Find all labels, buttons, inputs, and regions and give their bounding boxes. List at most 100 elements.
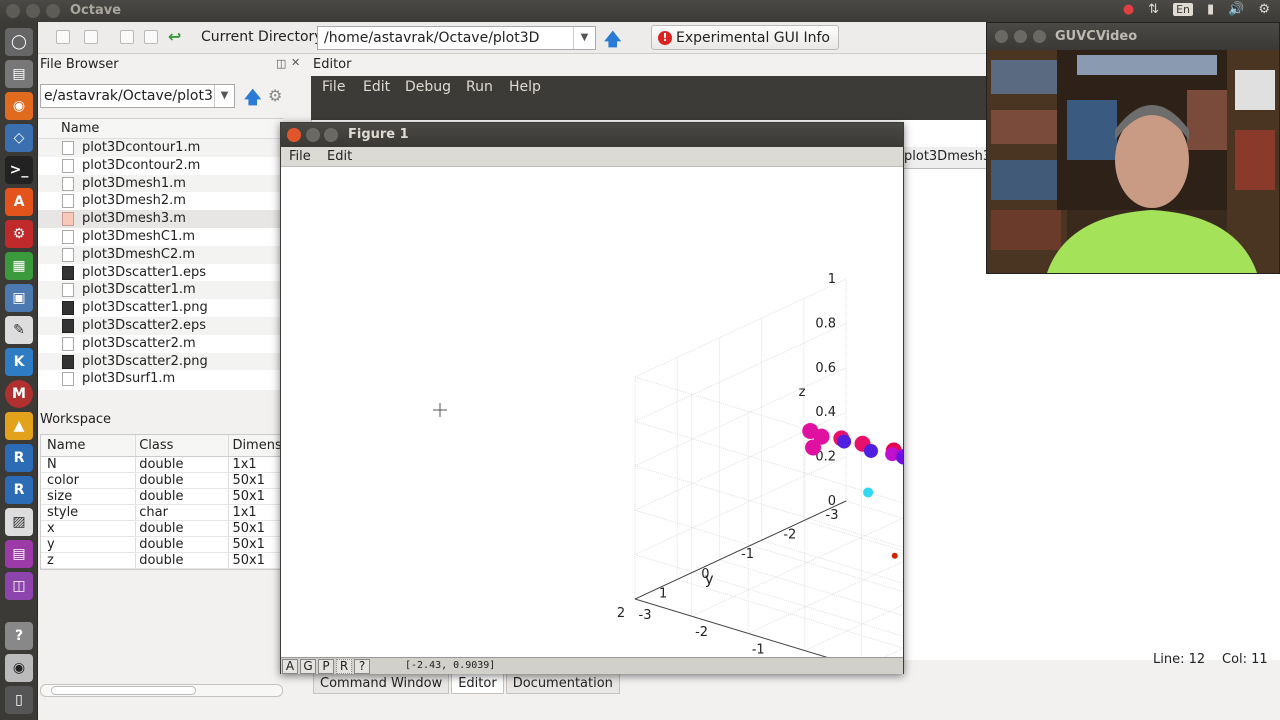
file-row[interactable]: plot3Dscatter2.png <box>38 352 283 371</box>
battery-icon[interactable]: ▮ <box>1207 2 1214 17</box>
rstudio-icon[interactable]: R <box>5 476 33 504</box>
camera-icon[interactable]: ● <box>1123 2 1134 17</box>
file-row[interactable]: plot3Dsurf1.m <box>38 370 283 388</box>
chevron-down-icon[interactable]: ▼ <box>214 85 234 107</box>
pan-button[interactable]: P <box>318 659 334 674</box>
editor-menu-help[interactable]: Help <box>509 79 541 95</box>
file-list-header[interactable]: Name <box>38 119 283 139</box>
workspace-row[interactable]: z double 50x1 <box>41 553 282 569</box>
editor-menu-edit[interactable]: Edit <box>363 79 390 95</box>
autoscale-button[interactable]: A <box>282 659 298 674</box>
file-row[interactable]: plot3Dscatter1.eps <box>38 264 283 282</box>
tab-editor[interactable]: Editor <box>451 674 504 694</box>
undock-icon[interactable]: ◫ <box>276 57 286 70</box>
editor-menu-debug[interactable]: Debug <box>405 79 451 95</box>
z-tick-label: 0.8 <box>815 316 836 331</box>
keyboard-language-indicator[interactable]: En <box>1173 3 1193 16</box>
trash-icon[interactable]: ▯ <box>5 686 33 714</box>
variable-class: double <box>136 537 230 552</box>
system-settings-icon[interactable]: ⚙ <box>5 220 33 248</box>
terminal-icon[interactable]: >_ <box>5 156 33 184</box>
chevron-down-icon[interactable]: ▼ <box>573 27 595 49</box>
experimental-gui-info-button[interactable]: ! Experimental GUI Info <box>651 25 839 50</box>
workspace-row[interactable]: Ndouble 1x1 <box>41 457 282 473</box>
copy-icon[interactable] <box>120 30 134 44</box>
rotate-button[interactable]: R <box>336 659 352 674</box>
file-row[interactable]: plot3Dmesh3.m <box>38 210 283 228</box>
header-class[interactable]: Class <box>136 435 230 456</box>
presentation-icon[interactable]: ▣ <box>5 284 33 312</box>
volume-icon[interactable]: 🔊 <box>1228 2 1244 17</box>
parent-directory-icon[interactable]: 🡅 <box>604 27 621 56</box>
new-script-icon[interactable] <box>56 30 70 44</box>
file-name: plot3Dscatter2.png <box>82 353 208 369</box>
settings-gear-icon[interactable]: ⚙ <box>1258 2 1270 17</box>
file-browser-title: File Browser <box>40 57 119 72</box>
workspace-row[interactable]: size double 50x1 <box>41 489 282 505</box>
minimize-window-icon[interactable] <box>1014 30 1027 43</box>
maximize-window-icon[interactable] <box>324 128 338 142</box>
app-icon[interactable]: ◫ <box>5 572 33 600</box>
close-panel-icon[interactable]: ✕ <box>291 56 300 69</box>
matlab-icon[interactable]: ▲ <box>5 412 33 440</box>
figure-menu-edit[interactable]: Edit <box>327 149 352 164</box>
kde-icon[interactable]: K <box>5 348 33 376</box>
grid-button[interactable]: G <box>300 659 316 674</box>
m-file-icon <box>62 247 74 262</box>
close-window-icon[interactable] <box>995 30 1008 43</box>
scatter-point <box>863 443 878 458</box>
gear-icon[interactable]: ⚙ <box>268 86 282 105</box>
mendeley-icon[interactable]: M <box>5 380 33 408</box>
media-icon[interactable]: ▤ <box>5 540 33 568</box>
files-icon[interactable]: ▤ <box>5 60 33 88</box>
minimize-window-icon[interactable] <box>306 128 320 142</box>
r-icon[interactable]: R <box>5 444 33 472</box>
software-center-icon[interactable]: A <box>5 188 33 216</box>
file-row[interactable]: plot3Dscatter1.png <box>38 299 283 317</box>
dash-icon[interactable]: ◯ <box>5 28 33 56</box>
header-name[interactable]: Name <box>41 435 137 456</box>
workspace-row[interactable]: color double 50x1 <box>41 473 282 489</box>
spreadsheet-icon[interactable]: ▦ <box>5 252 33 280</box>
firefox-icon[interactable]: ◉ <box>5 92 33 120</box>
figure-menu-file[interactable]: File <box>289 149 311 164</box>
parent-directory-icon[interactable]: 🡅 <box>244 85 261 114</box>
file-row[interactable]: plot3Dscatter2.eps <box>38 316 283 335</box>
editor-menu-run[interactable]: Run <box>466 79 493 95</box>
file-row[interactable]: plot3Dcontour1.m <box>38 139 283 157</box>
maximize-window-icon[interactable] <box>46 4 60 18</box>
help-button[interactable]: ? <box>354 659 370 674</box>
network-icon[interactable]: ⇅ <box>1148 2 1159 17</box>
editor-menu-file[interactable]: File <box>322 79 345 95</box>
file-row[interactable]: plot3Dscatter2.m <box>38 335 283 353</box>
undo-icon[interactable]: ↩ <box>168 27 181 46</box>
workspace-row[interactable]: y double 50x1 <box>41 537 282 553</box>
image-viewer-icon[interactable]: ▨ <box>5 508 33 536</box>
maximize-window-icon[interactable] <box>1033 30 1046 43</box>
paste-icon[interactable] <box>144 30 158 44</box>
current-directory-combo[interactable]: /home/astavrak/Octave/plot3D ▼ <box>317 26 596 50</box>
tab-command-window[interactable]: Command Window <box>313 674 450 694</box>
webcam-icon[interactable]: ◉ <box>5 654 33 682</box>
file-row[interactable]: plot3Dscatter1.m <box>38 281 283 300</box>
minimize-window-icon[interactable] <box>26 4 40 18</box>
workspace-hscrollbar[interactable] <box>40 684 283 697</box>
octave-icon[interactable]: ◇ <box>5 124 33 152</box>
close-window-icon[interactable] <box>6 4 20 18</box>
workspace-row[interactable]: x double 50x1 <box>41 521 282 537</box>
scroll-thumb[interactable] <box>51 686 196 695</box>
file-row[interactable]: plot3Dmesh2.m <box>38 192 283 210</box>
tab-documentation[interactable]: Documentation <box>505 674 620 694</box>
file-row[interactable]: plot3Dcontour2.m <box>38 157 283 175</box>
file-row[interactable]: plot3DmeshC2.m <box>38 245 283 264</box>
scatter3-plot[interactable]: -3-2-1012-3-2-101200.20.40.60.81xyz <box>281 167 903 657</box>
file-browser-path-combo[interactable]: e/astavrak/Octave/plot3D ▼ <box>40 84 235 108</box>
close-window-icon[interactable] <box>287 128 301 142</box>
workspace-row[interactable]: style char 1x1 <box>41 505 282 521</box>
text-editor-icon[interactable]: ✎ <box>5 316 33 344</box>
file-row[interactable]: plot3DmeshC1.m <box>38 228 283 246</box>
help-icon[interactable]: ? <box>5 622 33 650</box>
open-file-icon[interactable] <box>84 30 98 44</box>
file-row[interactable]: plot3Dmesh1.m <box>38 174 283 193</box>
header-dimension[interactable]: Dimens <box>229 435 282 456</box>
